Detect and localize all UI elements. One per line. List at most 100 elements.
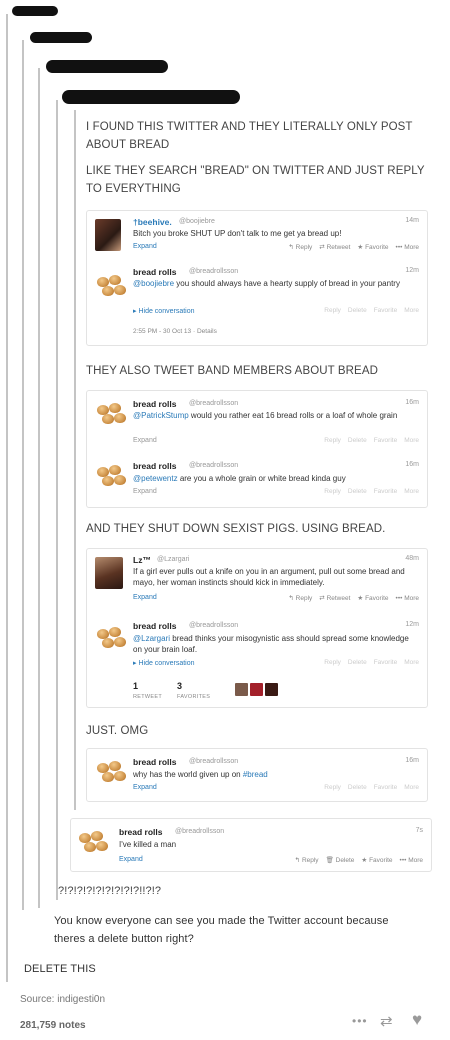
question-marks: ?!?!?!?!?!?!?!?!?!!?!? [58,885,162,897]
retweet-label: RETWEET [133,694,162,700]
tweet-handle[interactable]: @breadrollsson [189,758,238,765]
hide-conversation-link[interactable]: ▸ Hide conversation [133,307,195,315]
tweet-text: @petewentz are you a whole grain or whit… [133,474,346,483]
favoriter-avatar[interactable] [235,683,248,696]
tweet-time[interactable]: 14m [405,217,419,224]
tweet-text: @PatrickStump would you rather eat 16 br… [133,411,398,420]
tweet-actions[interactable]: ↰ Reply ⇄ Retweet ★ Favorite ••• More [281,243,419,251]
tweet-text: @Lzargari bread thinks your misogynistic… [133,634,409,654]
tweet-time[interactable]: 12m [405,267,419,274]
tweet-text: I've killed a man [119,840,177,849]
tweet-time[interactable]: 48m [405,555,419,562]
tweet-author[interactable]: bread rolls [133,267,176,277]
mention-link[interactable]: @PatrickStump [133,411,189,420]
tweet-time[interactable]: 7s [416,827,423,834]
avatar [95,401,129,431]
favoriter-avatar[interactable] [250,683,263,696]
tweet-group-2: bread rolls @breadrollsson 16m @PatrickS… [86,390,428,508]
reblog-icon[interactable]: ⇄ [380,1012,393,1030]
tweet-handle[interactable]: @Lzargari [157,556,189,563]
reply-button[interactable]: ↰ Reply [288,595,312,602]
tweet-handle[interactable]: @breadrollsson [189,462,238,469]
tweet-actions[interactable]: Reply Delete Favorite More [317,307,419,314]
avatar [95,273,129,303]
tweet-time[interactable]: 16m [405,399,419,406]
redacted-username-2 [30,32,92,43]
expand-link[interactable]: Expand [133,488,157,495]
favorite-button[interactable]: ★ Favorite [357,244,388,251]
tweet-text: @boojiebre you should always have a hear… [133,279,400,288]
tweet-timestamp: 2:55 PM - 30 Oct 13 · Details [133,328,217,335]
tweet-author[interactable]: bread rolls [133,621,176,631]
reblog-bar-4 [56,100,58,900]
tweet-group-4: bread rolls @breadrollsson 16m why has t… [86,748,428,802]
tweet-actions[interactable]: Reply Delete Favorite More [317,437,419,444]
favorites-count[interactable]: 3 [177,681,182,691]
avatar [95,557,129,589]
reply-button[interactable]: ↰ Reply [288,244,312,251]
expand-link[interactable]: Expand [133,243,157,250]
source-link[interactable]: Source: indigesti0n [20,994,105,1005]
tweet-author[interactable]: †beehive. [133,217,172,227]
reblog-bar-5 [74,110,76,810]
sexist-heading: AND THEY SHUT DOWN SEXIST PIGS. USING BR… [86,523,386,535]
tweet-text: Bitch you broke SHUT UP don't talk to me… [133,229,342,238]
tweet-handle[interactable]: @breadrollsson [175,828,224,835]
tweet-author[interactable]: bread rolls [119,827,162,837]
reblog-bar-3 [38,68,40,908]
retweet-count[interactable]: 1 [133,681,138,691]
mention-link[interactable]: @Lzargari [133,634,170,643]
heart-icon[interactable]: ♥ [412,1010,422,1030]
tweet-handle[interactable]: @breadrollsson [189,268,238,275]
mention-link[interactable]: @petewentz [133,474,178,483]
more-button[interactable]: ••• More [400,857,423,864]
tweet-author[interactable]: bread rolls [133,461,176,471]
reblog-bar-1 [6,14,8,982]
tweet-author[interactable]: bread rolls [133,757,176,767]
reply-text: You know everyone can see you made the T… [54,915,389,945]
more-button[interactable]: ••• More [396,244,419,251]
tweet-actions[interactable]: ↰ Reply ⇄ Retweet ★ Favorite ••• More [281,594,419,602]
favorite-button[interactable]: ★ Favorite [357,595,388,602]
retweet-button[interactable]: ⇄ Retweet [319,244,350,251]
delete-button[interactable]: 🗑 Delete [326,857,355,864]
tweet-text: why has the world given up on #bread [133,770,268,779]
tweet-text: If a girl ever pulls out a knife on you … [133,567,405,587]
delete-this-text: DELETE THIS [24,963,96,975]
more-icon[interactable]: ••• [352,1014,368,1028]
tweet-group-3: Lz™ @Lzargari 48m If a girl ever pulls o… [86,548,428,708]
expand-link[interactable]: Expand [133,784,157,791]
mention-link[interactable]: @boojiebre [133,279,174,288]
avatar [77,829,111,859]
favoriter-avatar[interactable] [265,683,278,696]
expand-link[interactable]: Expand [119,856,143,863]
favorite-button[interactable]: ★ Favorite [361,857,392,864]
favorites-label: FAVORITES [177,694,211,700]
intro-line-2: LIKE THEY SEARCH "BREAD" ON TWITTER AND … [86,165,425,195]
more-button[interactable]: ••• More [396,595,419,602]
tweet-time[interactable]: 16m [405,461,419,468]
retweet-button[interactable]: ⇄ Retweet [319,595,350,602]
tweet-time[interactable]: 12m [405,621,419,628]
reply-button[interactable]: ↰ Reply [295,857,319,864]
tweet-actions[interactable]: Reply Delete Favorite More [317,784,419,791]
expand-link[interactable]: Expand [133,594,157,601]
tweet-handle[interactable]: @boojiebre [179,218,215,225]
tweet-handle[interactable]: @breadrollsson [189,622,238,629]
avatar [95,759,129,789]
tweet-group-1: †beehive. @boojiebre 14m Bitch you broke… [86,210,428,346]
tweet-author[interactable]: bread rolls [133,399,176,409]
hide-conversation-link[interactable]: ▸ Hide conversation [133,659,195,667]
hashtag-link[interactable]: #bread [243,770,268,779]
tweet-group-5: bread rolls @breadrollsson 7s I've kille… [70,818,432,872]
avatar [95,463,129,493]
expand-link[interactable]: Expand [133,437,157,444]
tweet-actions[interactable]: ↰ Reply 🗑 Delete ★ Favorite ••• More [288,856,423,864]
notes-count[interactable]: 281,759 notes [20,1020,86,1031]
omg-heading: JUST. OMG [86,725,149,737]
tweet-actions[interactable]: Reply Delete Favorite More [317,488,419,495]
tweet-handle[interactable]: @breadrollsson [189,400,238,407]
tweet-actions[interactable]: Reply Delete Favorite More [317,659,419,666]
tweet-author[interactable]: Lz™ [133,555,151,565]
tweet-time[interactable]: 16m [405,757,419,764]
